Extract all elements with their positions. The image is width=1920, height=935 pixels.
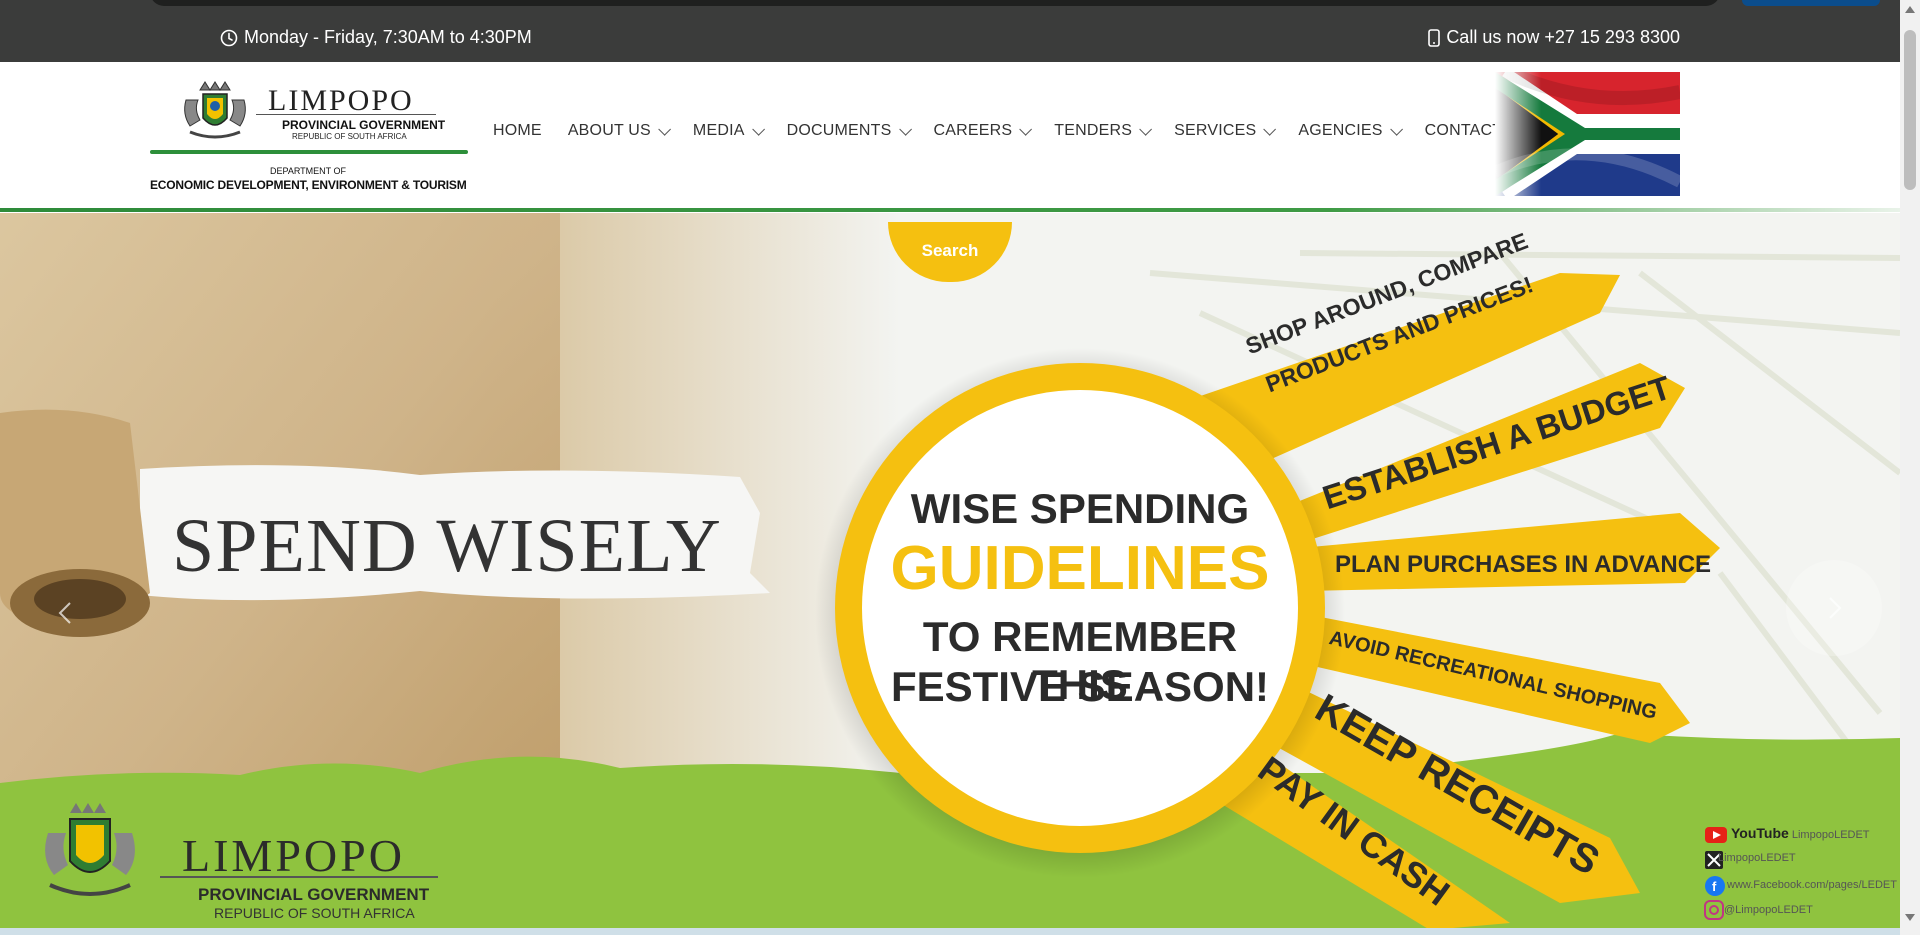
office-hours-text: Monday - Friday, 7:30AM to 4:30PM — [244, 27, 532, 47]
call-us-text: Call us now +27 15 293 8300 — [1446, 27, 1680, 47]
nav-about-us-label: ABOUT US — [567, 122, 651, 139]
nav-media[interactable]: MEDIA — [692, 122, 765, 140]
slide-logo-subtitle: PROVINCIAL GOVERNMENT — [198, 885, 430, 904]
scrollbar-thumb[interactable] — [1904, 30, 1916, 190]
social-youtube: YouTube LimpopoLEDET — [1731, 825, 1870, 841]
logo-green-bar — [150, 150, 468, 154]
nav-agencies[interactable]: AGENCIES — [1298, 122, 1403, 140]
logo-subtitle: PROVINCIAL GOVERNMENT — [282, 118, 446, 132]
clock-icon — [220, 29, 238, 46]
hero-carousel: f SPEND WISELY WISE SPENDING GUIDELINES … — [0, 213, 1900, 930]
social-facebook-handle: www.Facebook.com/pages/LEDET — [1727, 879, 1897, 891]
chevron-down-icon — [1019, 122, 1033, 136]
browser-edge — [150, 0, 1720, 6]
chevron-down-icon — [658, 122, 671, 136]
nav-tenders[interactable]: TENDERS — [1054, 122, 1153, 140]
social-instagram-handle: @LimpopoLEDET — [1724, 904, 1813, 916]
page-scrollbar[interactable] — [1900, 0, 1920, 935]
social-x-handle: LimpopoLEDET — [1718, 852, 1796, 864]
nav-home-label: HOME — [493, 122, 542, 139]
slide-logo-title: LIMPOPO — [182, 830, 405, 881]
scroll-down-icon[interactable] — [1905, 914, 1915, 921]
site-header: LIMPOPO PROVINCIAL GOVERNMENT REPUBLIC O… — [0, 62, 1900, 212]
nav-home[interactable]: HOME — [493, 122, 542, 140]
nav-careers-label: CAREERS — [933, 122, 1013, 139]
nav-tenders-label: TENDERS — [1054, 122, 1133, 139]
nav-services[interactable]: SERVICES — [1174, 122, 1277, 140]
scroll-up-icon[interactable] — [1905, 6, 1915, 13]
header-divider — [0, 208, 1900, 212]
nav-documents-label: DOCUMENTS — [786, 122, 892, 139]
circle-line-4: FESTIVE SEASON! — [890, 663, 1270, 710]
logo-title: LIMPOPO — [268, 84, 414, 117]
mobile-phone-icon — [1428, 28, 1441, 47]
carousel-prev-button[interactable] — [30, 573, 100, 653]
call-us[interactable]: Call us now +27 15 293 8300 — [1428, 27, 1680, 48]
circle-line-2: GUIDELINES — [890, 534, 1270, 603]
tip-4: PLAN PURCHASES IN ADVANCE — [1335, 551, 1712, 578]
chevron-down-icon — [751, 122, 765, 136]
department-logo[interactable]: LIMPOPO PROVINCIAL GOVERNMENT REPUBLIC O… — [150, 78, 468, 196]
nav-media-label: MEDIA — [692, 122, 745, 139]
circle-line-1: WISE SPENDING — [910, 485, 1250, 532]
chevron-down-icon — [1139, 122, 1153, 136]
youtube-handle: LimpopoLEDET — [1791, 829, 1870, 841]
chevron-down-icon — [1263, 122, 1277, 136]
youtube-brand: YouTube — [1731, 825, 1789, 841]
top-info-bar: Monday - Friday, 7:30AM to 4:30PM Call u… — [0, 0, 1900, 62]
logo-country: REPUBLIC OF SOUTH AFRICA — [292, 132, 407, 141]
logo-dept-name: ECONOMIC DEVELOPMENT, ENVIRONMENT & TOUR… — [150, 178, 467, 192]
carousel-next-area[interactable] — [1786, 560, 1882, 656]
coat-of-arms-icon — [184, 81, 246, 139]
nav-careers[interactable]: CAREERS — [933, 122, 1033, 140]
south-africa-flag-image — [1495, 72, 1680, 196]
chevron-down-icon — [898, 122, 912, 136]
slide-logo-country: REPUBLIC OF SOUTH AFRICA — [214, 905, 415, 921]
nav-documents[interactable]: DOCUMENTS — [786, 122, 912, 140]
logo-rule — [256, 114, 436, 115]
browser-edge-accent — [1742, 0, 1880, 6]
nav-agencies-label: AGENCIES — [1298, 122, 1383, 139]
main-nav: HOME ABOUT US MEDIA DOCUMENTS CAREERS TE… — [493, 122, 1539, 140]
chevron-down-icon — [1389, 122, 1403, 136]
nav-about-us[interactable]: ABOUT US — [567, 122, 671, 140]
svg-text:f: f — [1712, 879, 1717, 894]
slide-headline: SPEND WISELY — [172, 504, 722, 588]
nav-services-label: SERVICES — [1174, 122, 1257, 139]
page-bottom-edge — [0, 928, 1900, 935]
office-hours: Monday - Friday, 7:30AM to 4:30PM — [220, 27, 532, 48]
logo-dept-label: DEPARTMENT OF — [270, 166, 347, 176]
